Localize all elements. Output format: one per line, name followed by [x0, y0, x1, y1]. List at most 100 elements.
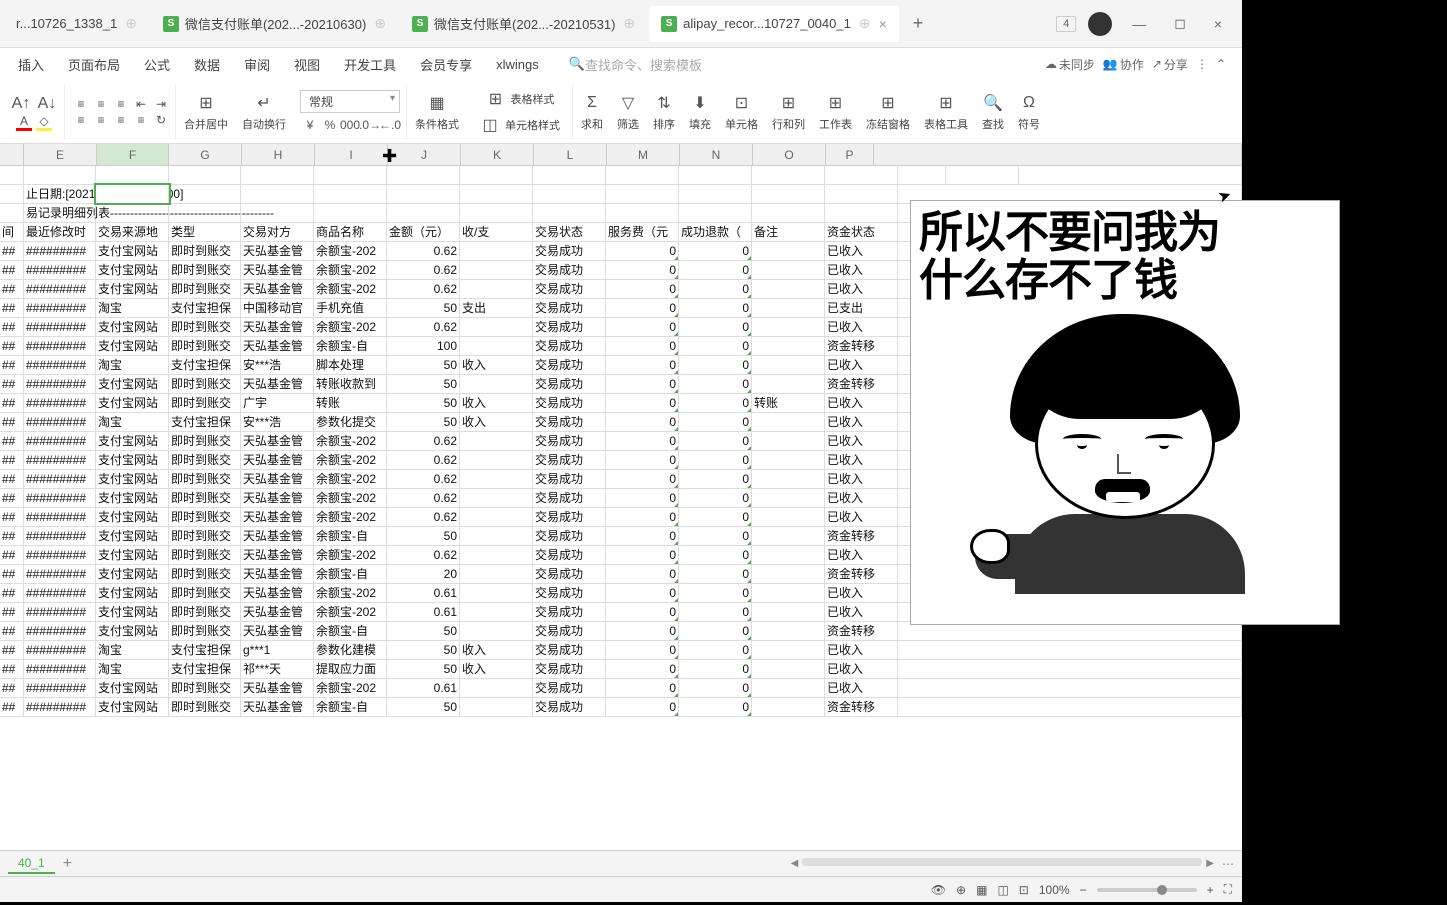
align-mid-icon[interactable]: ≡	[93, 96, 109, 112]
align-left-icon[interactable]: ≡	[73, 112, 89, 128]
tab-1[interactable]: S微信支付账单(202...-20210630)⊕	[151, 6, 398, 42]
more-icon[interactable]: ⋮	[1196, 57, 1208, 71]
share-button[interactable]: ↗ 分享	[1152, 56, 1188, 73]
table-row[interactable]: ###########支付宝网站即时到账交天弘基金管余额宝-自50交易成功00资…	[0, 698, 1242, 717]
command-search[interactable]: 🔍 查找命令、搜索模板	[569, 55, 702, 74]
font-decrease-icon[interactable]: A↓	[36, 93, 58, 115]
comma-icon[interactable]: 000	[342, 117, 358, 133]
collapse-ribbon-icon[interactable]: ⌃	[1216, 57, 1226, 71]
col-header-F[interactable]: F	[97, 144, 169, 165]
font-color-icon[interactable]: A	[16, 115, 32, 131]
tab-2[interactable]: S微信支付账单(202...-20210531)⊕	[400, 6, 647, 42]
sort-button[interactable]: ⇅排序	[647, 90, 681, 134]
scroll-right-icon[interactable]: ▶	[1206, 858, 1214, 869]
align-center-icon[interactable]: ≡	[93, 112, 109, 128]
sync-status[interactable]: ☁ 未同步	[1045, 56, 1095, 73]
tab-3[interactable]: Salipay_recor...10727_0040_1⊕×	[649, 6, 899, 42]
col-header-I[interactable]: I	[315, 144, 388, 165]
menu-layout[interactable]: 页面布局	[58, 51, 130, 78]
zoom-slider[interactable]	[1097, 888, 1197, 892]
col-header-H[interactable]: H	[242, 144, 315, 165]
align-top-icon[interactable]: ≡	[73, 96, 89, 112]
tab-pin-icon[interactable]: ⊕	[859, 15, 871, 32]
menu-review[interactable]: 审阅	[234, 51, 280, 78]
scroll-thumb[interactable]	[802, 858, 1202, 866]
col-header-N[interactable]: N	[680, 144, 753, 165]
symbol-button[interactable]: Ω符号	[1012, 90, 1046, 134]
table-row[interactable]	[0, 166, 1242, 185]
cell-button[interactable]: ⊡单元格	[719, 90, 764, 134]
worksheet-button[interactable]: ⊞工作表	[813, 90, 858, 134]
coop-button[interactable]: 👥 协作	[1103, 56, 1144, 73]
menu-view[interactable]: 视图	[284, 51, 330, 78]
close-window-button[interactable]: ×	[1206, 12, 1230, 36]
scroll-left-icon[interactable]: ◀	[791, 858, 799, 869]
col-header-M[interactable]: M	[607, 144, 680, 165]
rowcol-button[interactable]: ⊞行和列	[766, 90, 811, 134]
font-increase-icon[interactable]: A↑	[10, 93, 32, 115]
filter-button[interactable]: ▽筛选	[611, 90, 645, 134]
menu-xlwings[interactable]: xlwings	[486, 53, 549, 76]
fullscreen-icon[interactable]: ⛶	[1224, 882, 1232, 897]
align-bot-icon[interactable]: ≡	[113, 96, 129, 112]
indent-dec-icon[interactable]: ⇤	[133, 96, 149, 112]
user-avatar[interactable]	[1088, 12, 1112, 36]
menu-data[interactable]: 数据	[184, 51, 230, 78]
col-header-E[interactable]: E	[24, 144, 97, 165]
indent-inc-icon[interactable]: ⇥	[153, 96, 169, 112]
row-header-corner[interactable]	[0, 144, 24, 165]
decimal-inc-icon[interactable]: .0→	[362, 117, 378, 133]
table-row[interactable]: ###########淘宝支付宝担保g***1参数化建模50收入交易成功00已收…	[0, 641, 1242, 660]
table-style-button[interactable]: ⊞表格样式	[479, 86, 561, 112]
menu-vip[interactable]: 会员专享	[410, 51, 482, 78]
currency-icon[interactable]: ¥	[302, 117, 318, 133]
close-icon[interactable]: ×	[879, 16, 887, 32]
col-header-O[interactable]: O	[753, 144, 826, 165]
number-format-combo[interactable]: 常规	[300, 90, 400, 113]
wrap-text-button[interactable]: ↵自动换行	[236, 90, 292, 134]
view-page-icon[interactable]: ◫	[997, 883, 1008, 897]
menu-formula[interactable]: 公式	[134, 51, 180, 78]
sum-button[interactable]: Σ求和	[575, 90, 609, 134]
maximize-button[interactable]: ◻	[1166, 11, 1194, 36]
decimal-dec-icon[interactable]: ←.0	[382, 117, 398, 133]
add-sheet-button[interactable]: +	[55, 855, 80, 873]
col-header-K[interactable]: K	[461, 144, 534, 165]
eye-icon[interactable]: 👁	[931, 883, 946, 897]
percent-icon[interactable]: %	[322, 117, 338, 133]
orientation-icon[interactable]: ↻	[153, 112, 169, 128]
cell-style-button[interactable]: ◫单元格样式	[473, 112, 566, 138]
tab-pin-icon[interactable]: ⊕	[623, 15, 635, 32]
zoom-out-button[interactable]: −	[1080, 883, 1087, 897]
selected-cell[interactable]	[96, 185, 169, 203]
center-icon[interactable]: ⊕	[956, 883, 966, 897]
tab-pin-icon[interactable]: ⊕	[125, 15, 137, 32]
tab-0[interactable]: r...10726_1338_1⊕	[4, 6, 149, 42]
align-right-icon[interactable]: ≡	[113, 112, 129, 128]
col-header-rest[interactable]	[874, 144, 1242, 165]
col-header-G[interactable]: G	[169, 144, 242, 165]
conditional-format-button[interactable]: ▦条件格式	[409, 90, 465, 134]
zoom-in-button[interactable]: +	[1207, 883, 1214, 897]
view-break-icon[interactable]: ⊡	[1019, 883, 1029, 897]
merge-cells-button[interactable]: ⊞合并居中	[178, 90, 234, 134]
table-row[interactable]: ###########支付宝网站即时到账交天弘基金管余额宝-2020.61交易成…	[0, 679, 1242, 698]
col-header-L[interactable]: L	[534, 144, 607, 165]
fill-color-icon[interactable]: ◇	[36, 115, 52, 131]
tab-count-badge[interactable]: 4	[1056, 16, 1076, 32]
menu-dev[interactable]: 开发工具	[334, 51, 406, 78]
col-header-J[interactable]: J	[388, 144, 461, 165]
minimize-button[interactable]: —	[1124, 12, 1154, 36]
tab-pin-icon[interactable]: ⊕	[374, 15, 386, 32]
sheet-tab-active[interactable]: 40_1	[8, 854, 55, 874]
view-normal-icon[interactable]: ▦	[976, 883, 987, 897]
menu-insert[interactable]: 插入	[8, 51, 54, 78]
align-justify-icon[interactable]: ≡	[133, 112, 149, 128]
new-tab-button[interactable]: +	[901, 13, 936, 34]
freeze-button[interactable]: ⊞冻结窗格	[860, 90, 916, 134]
col-header-P[interactable]: P	[826, 144, 874, 165]
more-icon[interactable]: ⋯	[1222, 857, 1234, 871]
fill-button[interactable]: ⬇填充	[683, 90, 717, 134]
table-row[interactable]: ###########淘宝支付宝担保祁***天提取应力面50收入交易成功00已收…	[0, 660, 1242, 679]
find-button[interactable]: 🔍查找	[976, 90, 1010, 134]
